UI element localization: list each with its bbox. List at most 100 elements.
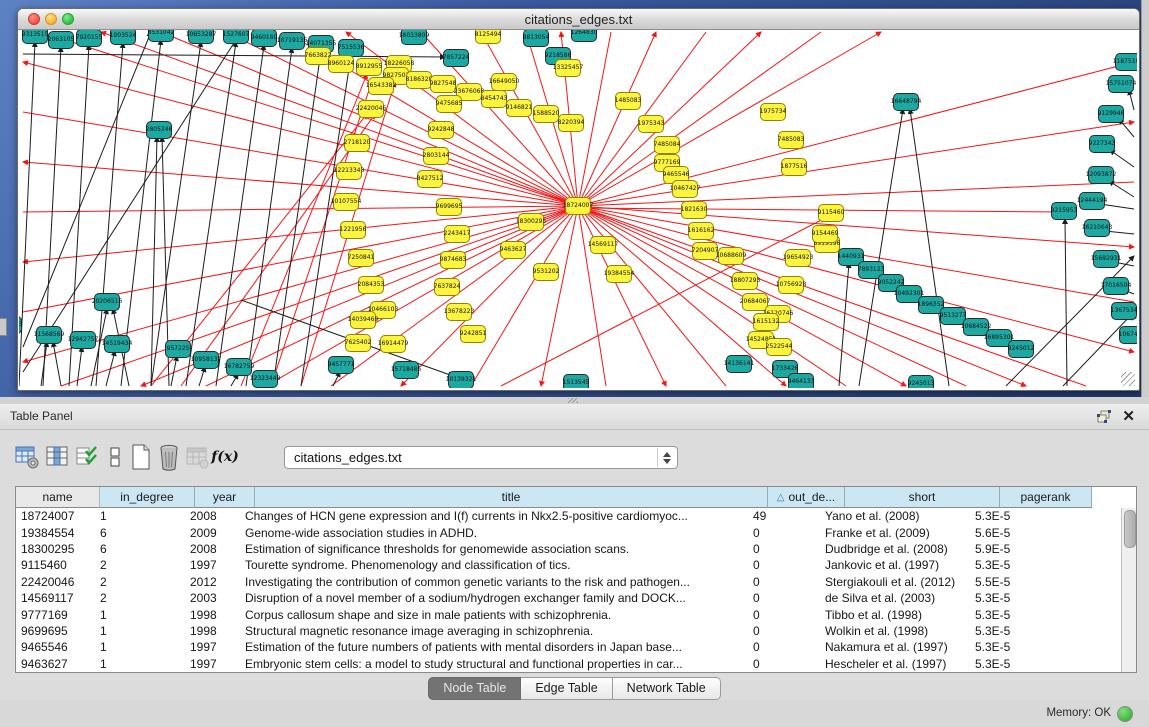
graph-node[interactable]: 20206516 (94, 293, 120, 311)
graph-node[interactable]: 8960124 (328, 55, 354, 73)
table-cell[interactable]: 9465546 (16, 639, 95, 655)
table-cell[interactable]: 9463627 (16, 656, 95, 672)
graph-node[interactable]: 14519434 (104, 335, 130, 353)
delete-table-icon[interactable] (156, 443, 182, 471)
table-cell[interactable]: 0 (748, 541, 820, 557)
graph-node[interactable]: 9464133 (788, 373, 814, 388)
table-cell[interactable]: Tibbo et al. (1998) (820, 606, 970, 622)
table-cell[interactable]: 1 (95, 508, 185, 524)
graph-node-hub[interactable]: 18724007 (565, 197, 591, 215)
table-cell[interactable]: 9699695 (16, 623, 95, 639)
table-cell[interactable]: Estimation of significance thresholds fo… (240, 541, 748, 557)
table-cell[interactable]: 6 (95, 541, 185, 557)
table-cell[interactable]: 0 (748, 590, 820, 606)
graph-node[interactable]: 9242851 (460, 325, 486, 343)
graph-node[interactable]: 16210643 (1084, 219, 1110, 237)
graph-node[interactable]: 18807293 (732, 272, 758, 290)
graph-node[interactable]: 10467427 (672, 180, 698, 198)
graph-node[interactable]: 7920155 (76, 30, 102, 47)
graph-node[interactable]: 11875104 (1115, 53, 1137, 71)
window-titlebar[interactable]: citations_edges.txt (18, 9, 1139, 30)
graph-node[interactable]: 12093872 (1088, 166, 1114, 184)
graph-node[interactable]: 12213343 (336, 162, 362, 180)
splitter-handle[interactable] (568, 398, 578, 403)
graph-node[interactable]: 1367534 (1111, 302, 1137, 320)
graph-node[interactable]: 2805346 (146, 121, 172, 139)
table-cell[interactable]: 2 (95, 574, 185, 590)
table-cell[interactable]: 0 (748, 639, 820, 655)
table-cell[interactable]: 2009 (185, 524, 240, 540)
graph-node[interactable]: 1975734 (760, 103, 786, 121)
table-row[interactable]: 977716911998Corpus callosum shape and si… (16, 606, 1136, 622)
graph-node[interactable]: 9115460 (818, 204, 844, 222)
row-height-icon[interactable] (102, 443, 128, 471)
graph-node[interactable]: 2084353 (358, 276, 384, 294)
graph-node[interactable]: 16649050 (491, 73, 517, 91)
table-cell[interactable]: Corpus callosum shape and size in male p… (240, 606, 748, 622)
table-cell[interactable]: Jankovic et al. (1997) (820, 557, 970, 573)
table-cell[interactable]: 2008 (185, 508, 240, 524)
graph-node[interactable]: 12942757 (70, 331, 96, 349)
graph-node[interactable]: 1003524 (110, 30, 136, 45)
table-cell[interactable]: Changes of HCN gene expression and I(f) … (240, 508, 748, 524)
table-cell[interactable]: 5.3E-5 (970, 606, 1057, 622)
graph-node[interactable]: 7250841 (348, 249, 374, 267)
graph-node[interactable]: 9699695 (436, 198, 462, 216)
table-cell[interactable]: Tourette syndrome. Phenomenology and cla… (240, 557, 748, 573)
graph-node[interactable]: 1485083 (615, 92, 641, 110)
graph-node[interactable]: 14569117 (590, 236, 616, 254)
graph-node[interactable]: 9313515 (22, 30, 48, 44)
graph-node[interactable]: 10688609 (718, 247, 744, 265)
graph-node[interactable]: 9245013 (908, 375, 934, 388)
graph-node[interactable]: 2063105 (48, 31, 74, 49)
table-cell[interactable]: 1 (95, 656, 185, 672)
column-header-pagerank[interactable]: pagerank (1000, 487, 1092, 508)
table-cell[interactable]: 5.9E-5 (970, 541, 1057, 557)
table-cell[interactable]: Hescheler et al. (1997) (820, 656, 970, 672)
table-cell[interactable]: 5.5E-5 (970, 574, 1057, 590)
graph-node[interactable]: 9457771 (328, 356, 354, 374)
table-cell[interactable]: 1997 (185, 557, 240, 573)
graph-node[interactable]: 9874683 (440, 251, 466, 269)
graph-node[interactable]: 2243417 (444, 225, 470, 243)
table-row[interactable]: 1938455462009Genome-wide association stu… (16, 524, 1136, 540)
table-cell[interactable]: Embryonic stem cells: a model to study s… (240, 656, 748, 672)
table-cell[interactable]: 14569117 (16, 590, 95, 606)
table-cell[interactable]: 9115460 (16, 557, 95, 573)
table-cell[interactable]: 1997 (185, 656, 240, 672)
graph-node[interactable]: 7637824 (434, 278, 460, 296)
graph-node[interactable]: 9827548 (430, 75, 456, 93)
tab-node-table[interactable]: Node Table (428, 677, 521, 700)
collapsed-panel-handle[interactable] (0, 318, 7, 336)
graph-node[interactable]: 9463627 (500, 241, 526, 259)
table-cell[interactable]: 2003 (185, 590, 240, 606)
graph-node[interactable]: 9531202 (533, 263, 559, 281)
graph-node[interactable]: 15751074 (1108, 75, 1134, 93)
table-cell[interactable]: 5.3E-5 (970, 656, 1057, 672)
table-cell[interactable]: 2012 (185, 574, 240, 590)
table-cell[interactable]: Nakamura et al. (1997) (820, 639, 970, 655)
table-cell[interactable]: Estimation of the future numbers of pati… (240, 639, 748, 655)
graph-node[interactable]: 1616162 (688, 222, 714, 240)
table-cell[interactable]: 2008 (185, 541, 240, 557)
table-cell[interactable]: 0 (748, 606, 820, 622)
graph-node[interactable]: 1513545 (563, 374, 589, 388)
show-columns-icon[interactable] (44, 443, 70, 471)
table-cell[interactable]: 22420046 (16, 574, 95, 590)
graph-node[interactable]: 16782759 (226, 358, 252, 376)
graph-node[interactable]: 7857224 (443, 49, 469, 67)
graph-node[interactable]: 18300295 (518, 213, 544, 231)
table-cell[interactable]: 19384554 (16, 524, 95, 540)
table-row[interactable]: 946362711997Embryonic stem cells: a mode… (16, 656, 1136, 672)
table-cell[interactable]: 9777169 (16, 606, 95, 622)
graph-node[interactable]: 2803144 (423, 147, 449, 165)
table-cell[interactable]: 5.3E-5 (970, 590, 1057, 606)
table-cell[interactable]: 49 (748, 508, 820, 524)
graph-node[interactable]: 19654923 (785, 249, 811, 267)
column-header-out-de-[interactable]: △out_de... (768, 487, 845, 508)
graph-node[interactable]: 1588520 (533, 105, 559, 123)
table-cell[interactable]: 18724007 (16, 508, 95, 524)
column-header-in-degree[interactable]: in_degree (100, 487, 195, 508)
graph-node[interactable]: 10958137 (193, 351, 219, 369)
canvas-resize-grip[interactable] (1121, 372, 1135, 386)
